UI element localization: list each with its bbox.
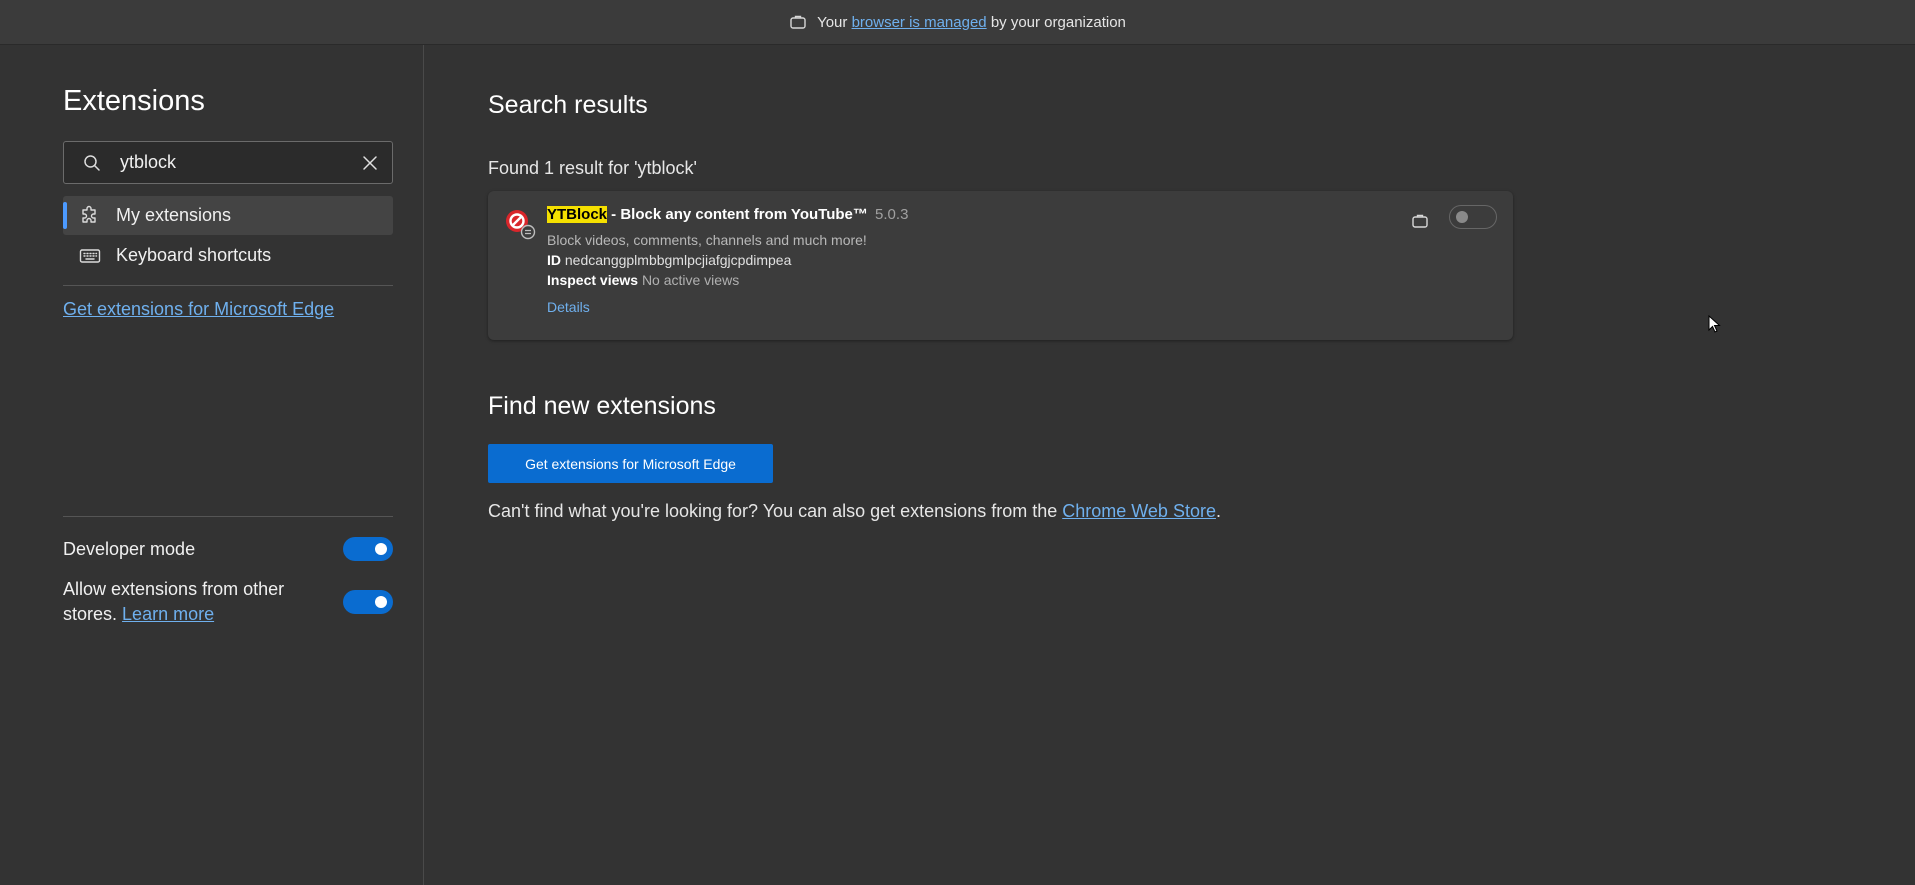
keyboard-icon — [78, 244, 102, 268]
browser-managed-link[interactable]: browser is managed — [852, 14, 987, 31]
chrome-web-store-link[interactable]: Chrome Web Store — [1062, 501, 1216, 521]
nav-my-extensions-label: My extensions — [116, 205, 232, 225]
managed-banner: Your browser is managed by your organiza… — [0, 0, 1915, 45]
developer-mode-label: Developer mode — [63, 538, 196, 559]
allow-other-stores-text: Allow extensions from other stores. Lear… — [63, 577, 303, 627]
search-box[interactable]: ytblock — [63, 141, 393, 184]
inspect-views-value: No active views — [641, 272, 740, 288]
sidebar: Extensions ytblock My extensions Keyboar… — [0, 45, 424, 885]
help-text-suffix: . — [1215, 501, 1221, 521]
find-extensions-heading: Find new extensions — [488, 392, 716, 420]
developer-mode-toggle[interactable] — [343, 537, 393, 561]
developer-mode-row: Developer mode — [63, 534, 393, 564]
briefcase-icon — [1410, 211, 1430, 231]
banner-text-prefix: Your — [817, 13, 848, 31]
extension-version: 5.0.3 — [875, 206, 909, 223]
banner-text-suffix: by your organization — [990, 13, 1126, 31]
get-extensions-link[interactable]: Get extensions for Microsoft Edge — [63, 299, 334, 320]
details-link[interactable]: Details — [547, 299, 590, 315]
extension-id-label: ID — [547, 252, 561, 268]
toggle-knob — [1456, 211, 1468, 223]
mouse-cursor-icon — [1708, 314, 1722, 335]
extension-enable-toggle[interactable] — [1449, 205, 1497, 229]
page-title: Extensions — [63, 85, 205, 117]
learn-more-link[interactable]: Learn more — [122, 604, 214, 624]
allow-other-stores-row: Allow extensions from other stores. Lear… — [63, 577, 393, 627]
divider — [63, 516, 393, 517]
toggle-knob — [375, 596, 387, 608]
active-indicator — [63, 202, 67, 229]
nav-my-extensions[interactable]: My extensions — [63, 196, 393, 235]
found-results-text: Found 1 result for 'ytblock' — [488, 158, 697, 178]
help-text: Can't find what you're looking for? You … — [488, 501, 1221, 522]
briefcase-icon — [789, 13, 807, 31]
ytblock-icon — [504, 208, 536, 240]
divider — [63, 285, 393, 286]
extension-id-row: ID nedcanggplmbbgmlpcjiafgjcpdimpea — [547, 252, 791, 268]
nav-keyboard-shortcuts-label: Keyboard shortcuts — [116, 245, 272, 265]
nav-keyboard-shortcuts[interactable]: Keyboard shortcuts — [63, 236, 393, 275]
allow-other-stores-toggle[interactable] — [343, 590, 393, 614]
toggle-knob — [375, 543, 387, 555]
extension-id-value: nedcanggplmbbgmlpcjiafgjcpdimpea — [564, 252, 792, 268]
help-text-prefix: Can't find what you're looking for? You … — [488, 501, 1063, 521]
puzzle-icon — [78, 204, 102, 228]
close-icon[interactable] — [360, 153, 380, 173]
search-results-heading: Search results — [488, 91, 648, 119]
inspect-views-label: Inspect views — [547, 272, 639, 288]
extension-card: YTBlock - Block any content from YouTube… — [488, 191, 1513, 340]
search-input[interactable]: ytblock — [120, 152, 360, 173]
search-icon — [82, 153, 102, 173]
extension-name-rest: - Block any content from YouTube™ — [607, 206, 868, 223]
get-extensions-button[interactable]: Get extensions for Microsoft Edge — [488, 444, 773, 483]
extension-name-highlight: YTBlock — [547, 206, 608, 223]
inspect-views-row: Inspect views No active views — [547, 272, 739, 288]
extension-name: YTBlock - Block any content from YouTube… — [547, 206, 908, 223]
extension-description: Block videos, comments, channels and muc… — [547, 232, 867, 248]
